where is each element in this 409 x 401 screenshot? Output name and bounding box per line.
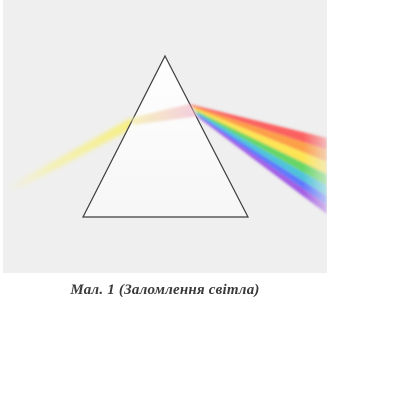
figure-caption: Мал. 1 (Заломлення світла) <box>70 282 260 298</box>
prism-figure <box>3 0 327 273</box>
prism-illustration <box>9 54 327 218</box>
